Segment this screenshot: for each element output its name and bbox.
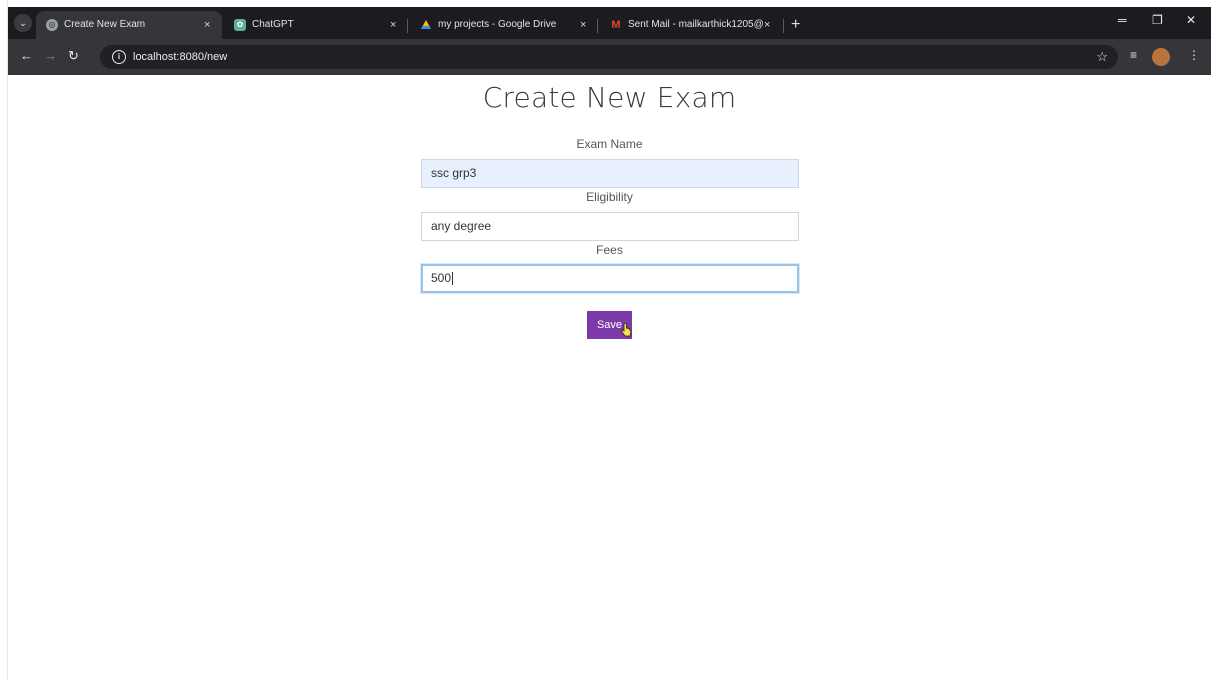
tab-title: my projects - Google Drive <box>438 19 557 30</box>
close-tab-icon[interactable]: × <box>764 11 770 39</box>
tab-separator <box>407 19 408 33</box>
tab-sent-mail[interactable]: M Sent Mail - mailkarthick1205@ × <box>600 11 780 39</box>
tab-google-drive[interactable]: my projects - Google Drive × <box>410 11 594 39</box>
new-tab-button[interactable]: + <box>791 11 800 39</box>
globe-icon: ◎ <box>46 19 58 31</box>
tab-separator <box>597 19 598 33</box>
tab-chatgpt[interactable]: ✿ ChatGPT × <box>224 11 404 39</box>
close-window-icon[interactable]: ✕ <box>1186 13 1196 27</box>
top-strip <box>0 0 1211 7</box>
profile-avatar[interactable] <box>1152 48 1170 66</box>
url-text: localhost:8080/new <box>133 51 228 63</box>
forward-icon[interactable]: → <box>44 47 57 65</box>
back-icon[interactable]: ← <box>20 47 33 65</box>
tab-title: Sent Mail - mailkarthick1205@ <box>628 19 764 30</box>
reading-list-icon[interactable]: ≡ <box>1130 48 1137 62</box>
browser-toolbar: ← → ↻ i localhost:8080/new ☆ ≡ ⋮ <box>8 39 1211 75</box>
close-tab-icon[interactable]: × <box>204 11 210 39</box>
google-drive-icon <box>420 19 432 31</box>
hand-cursor-icon <box>620 323 632 337</box>
fees-label: Fees <box>596 243 623 257</box>
tab-bar: ⌄ ◎ Create New Exam × ✿ ChatGPT × my pro… <box>8 7 1211 39</box>
restore-icon[interactable]: ❐ <box>1152 13 1163 27</box>
screen: ⌄ ◎ Create New Exam × ✿ ChatGPT × my pro… <box>0 0 1211 681</box>
page-content: Create New Exam Exam Name ssc grp3 Eligi… <box>8 75 1211 681</box>
tab-title: Create New Exam <box>64 19 146 30</box>
tab-separator <box>783 19 784 33</box>
reload-icon[interactable]: ↻ <box>68 47 79 65</box>
fees-input[interactable]: 500 <box>421 264 799 293</box>
fees-value: 500 <box>431 271 452 285</box>
site-info-icon[interactable]: i <box>112 50 126 64</box>
text-caret <box>452 272 454 286</box>
exam-name-input[interactable]: ssc grp3 <box>421 159 799 188</box>
close-tab-icon[interactable]: × <box>390 11 396 39</box>
eligibility-input[interactable]: any degree <box>421 212 799 241</box>
close-tab-icon[interactable]: × <box>580 11 586 39</box>
tab-title: ChatGPT <box>252 19 294 30</box>
minimize-icon[interactable]: ═ <box>1118 13 1127 27</box>
tab-create-new-exam[interactable]: ◎ Create New Exam × <box>36 11 222 39</box>
page-title: Create New Exam <box>482 81 737 114</box>
tab-search-icon[interactable]: ⌄ <box>14 14 32 32</box>
chatgpt-icon: ✿ <box>234 19 246 31</box>
left-edge <box>0 0 8 681</box>
menu-kebab-icon[interactable]: ⋮ <box>1188 48 1200 62</box>
bookmark-star-icon[interactable]: ☆ <box>1096 45 1108 69</box>
gmail-icon: M <box>611 19 621 31</box>
eligibility-label: Eligibility <box>586 190 633 204</box>
browser-chrome: ⌄ ◎ Create New Exam × ✿ ChatGPT × my pro… <box>8 7 1211 75</box>
exam-name-label: Exam Name <box>576 137 643 151</box>
address-bar[interactable]: i localhost:8080/new ☆ <box>100 45 1118 69</box>
